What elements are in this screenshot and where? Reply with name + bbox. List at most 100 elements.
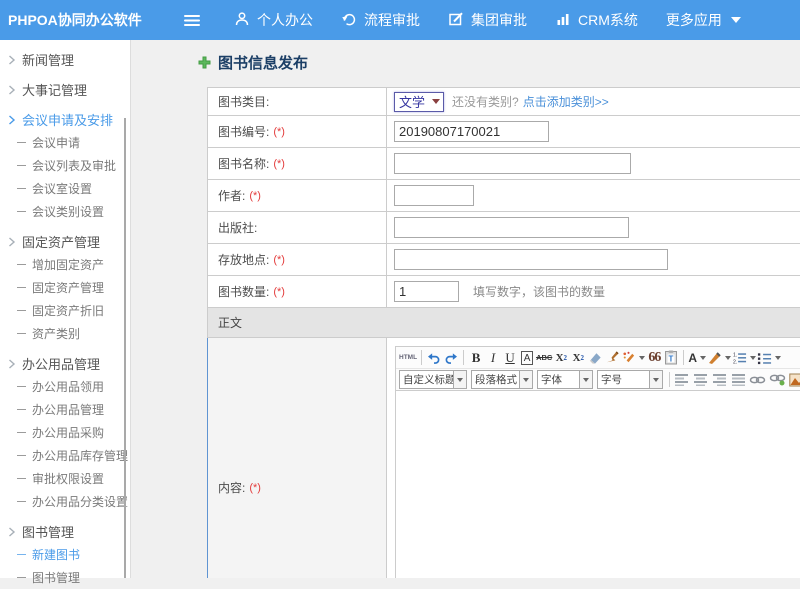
svg-text:1.: 1. — [733, 352, 737, 358]
hamburger-menu-icon[interactable] — [184, 15, 200, 26]
box-a-button[interactable]: A — [519, 349, 535, 367]
sidebar-item-add-asset[interactable]: 增加固定资产 — [0, 253, 130, 276]
sidebar-item-meeting-list[interactable]: 会议列表及审批 — [0, 154, 130, 177]
paste-button[interactable]: T — [663, 349, 679, 367]
main-content: 图书信息发布 图书类目: 文学 还没有类别? 点击添加类别>> 图书编号:(*) — [131, 40, 800, 578]
sidebar-item-meeting-apply[interactable]: 会议申请 — [0, 131, 130, 154]
sidebar-scrollbar[interactable] — [124, 118, 126, 578]
font-family-select[interactable]: 字体 — [537, 370, 593, 389]
page-title: 图书信息发布 — [198, 52, 800, 72]
image-button[interactable] — [789, 371, 800, 389]
sidebar-group-office-supplies[interactable]: 办公用品管理 — [0, 352, 130, 375]
redo-button[interactable] — [443, 349, 459, 367]
sidebar-item-supplies-inventory[interactable]: 办公用品库存管理 — [0, 444, 130, 467]
add-icon — [198, 56, 211, 69]
align-left-button[interactable] — [673, 371, 689, 389]
strikethrough-button[interactable]: ABC — [536, 349, 552, 367]
sidebar: 新闻管理 大事记管理 会议申请及安排 会议申请 会议列表及审批 会议室设置 会议… — [0, 40, 131, 578]
sidebar-item-asset-manage[interactable]: 固定资产管理 — [0, 276, 130, 299]
svg-text:2.: 2. — [733, 359, 737, 364]
editor-toolbar-row2: 自定义标题 段落格式 字体 字号 — [396, 369, 800, 391]
sidebar-group-fixed-assets[interactable]: 固定资产管理 — [0, 230, 130, 253]
sidebar-item-asset-category[interactable]: 资产类别 — [0, 322, 130, 345]
book-name-input[interactable] — [394, 153, 631, 174]
link-button[interactable] — [749, 371, 766, 389]
chevron-right-icon — [8, 85, 16, 95]
form-row-location: 存放地点:(*) — [208, 244, 800, 276]
sidebar-item-asset-depreciation[interactable]: 固定资产折旧 — [0, 299, 130, 322]
form-section-body: 正文 — [208, 308, 800, 338]
form-row-publisher: 出版社: — [208, 212, 800, 244]
location-input[interactable] — [394, 249, 668, 270]
author-input[interactable] — [394, 185, 474, 206]
chevron-right-icon — [8, 237, 16, 247]
category-select[interactable]: 文学 — [394, 92, 444, 112]
sidebar-group-books[interactable]: 图书管理 — [0, 520, 130, 543]
top-header: PHPOA协同办公软件 个人办公 流程审批 集团审批 CRM系统 更多应用 — [0, 0, 800, 40]
superscript-button[interactable]: X2 — [553, 349, 569, 367]
blockquote-button[interactable]: 66 — [646, 349, 662, 367]
unlink-button[interactable] — [769, 371, 786, 389]
quantity-input[interactable] — [394, 281, 459, 302]
eraser-button[interactable] — [587, 349, 603, 367]
nav-crm-system[interactable]: CRM系统 — [541, 0, 652, 40]
align-right-button[interactable] — [711, 371, 727, 389]
top-nav: 个人办公 流程审批 集团审批 CRM系统 更多应用 — [220, 0, 755, 40]
sidebar-group-events[interactable]: 大事记管理 — [0, 78, 130, 101]
source-code-button[interactable]: HTML — [399, 349, 417, 367]
nav-more-apps[interactable]: 更多应用 — [652, 0, 755, 40]
paragraph-select[interactable]: 段落格式 — [471, 370, 533, 389]
undo-button[interactable] — [426, 349, 442, 367]
underline-button[interactable]: U — [502, 349, 518, 367]
highlight-brush-button[interactable] — [621, 349, 645, 367]
form-row-quantity: 图书数量:(*) 填写数字，该图书的数量 — [208, 276, 800, 308]
editor-toolbar-row1: HTML B I U A ABC X2 X2 — [396, 347, 800, 369]
sidebar-group-news[interactable]: 新闻管理 — [0, 48, 130, 71]
highlight-color-button[interactable] — [707, 349, 731, 367]
align-justify-button[interactable] — [730, 371, 746, 389]
subscript-button[interactable]: X2 — [570, 349, 586, 367]
font-color-button[interactable]: A — [688, 349, 706, 367]
user-icon — [234, 11, 250, 30]
nav-personal-office[interactable]: 个人办公 — [220, 0, 327, 40]
align-center-button[interactable] — [692, 371, 708, 389]
nav-process-approval[interactable]: 流程审批 — [327, 0, 434, 40]
sidebar-group-meetings[interactable]: 会议申请及安排 — [0, 108, 130, 131]
format-brush-button[interactable] — [604, 349, 620, 367]
font-size-select[interactable]: 字号 — [597, 370, 663, 389]
chevron-right-icon — [8, 115, 16, 125]
book-form: 图书类目: 文学 还没有类别? 点击添加类别>> 图书编号:(*) 图书名称:(… — [207, 87, 800, 578]
ordered-list-button[interactable]: 1.2. — [732, 349, 756, 367]
edit-icon — [448, 11, 464, 30]
sidebar-item-supplies-manage[interactable]: 办公用品管理 — [0, 398, 130, 421]
sidebar-item-approval-permission[interactable]: 审批权限设置 — [0, 467, 130, 490]
sidebar-item-meeting-category[interactable]: 会议类别设置 — [0, 200, 130, 223]
form-row-book-no: 图书编号:(*) — [208, 116, 800, 148]
sidebar-item-supplies-purchase[interactable]: 办公用品采购 — [0, 421, 130, 444]
svg-text:T: T — [669, 355, 674, 364]
nav-group-approval[interactable]: 集团审批 — [434, 0, 541, 40]
publisher-input[interactable] — [394, 217, 629, 238]
caret-down-icon — [432, 99, 440, 104]
add-category-link[interactable]: 点击添加类别>> — [523, 93, 609, 110]
sidebar-item-supplies-claim[interactable]: 办公用品领用 — [0, 375, 130, 398]
form-row-author: 作者:(*) — [208, 180, 800, 212]
editor-content-area[interactable] — [396, 391, 800, 578]
bold-button[interactable]: B — [468, 349, 484, 367]
unordered-list-button[interactable] — [757, 349, 781, 367]
book-no-input[interactable] — [394, 121, 549, 142]
chevron-right-icon — [8, 55, 16, 65]
rich-text-editor: HTML B I U A ABC X2 X2 — [395, 346, 800, 578]
heading-select[interactable]: 自定义标题 — [399, 370, 467, 389]
sidebar-item-meeting-room[interactable]: 会议室设置 — [0, 177, 130, 200]
italic-button[interactable]: I — [485, 349, 501, 367]
form-row-category: 图书类目: 文学 还没有类别? 点击添加类别>> — [208, 88, 800, 116]
chevron-right-icon — [8, 527, 16, 537]
form-row-book-name: 图书名称:(*) — [208, 148, 800, 180]
sidebar-item-supplies-category[interactable]: 办公用品分类设置 — [0, 490, 130, 513]
sidebar-item-new-book[interactable]: 新建图书 — [0, 543, 130, 566]
form-row-content: 内容:(*) HTML B I U A ABC — [208, 338, 800, 578]
chevron-right-icon — [8, 359, 16, 369]
category-hint: 还没有类别? — [452, 93, 519, 110]
caret-down-icon — [731, 17, 741, 23]
